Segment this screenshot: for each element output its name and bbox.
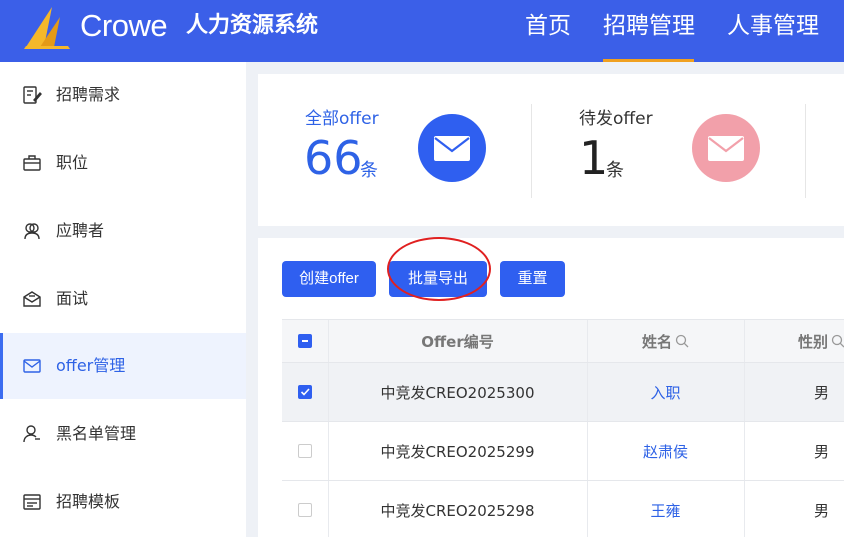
stat-all-offer-unit: 条 xyxy=(360,160,378,181)
mail-icon xyxy=(708,136,744,161)
stat-all-offer-label: 全部offer xyxy=(305,109,379,129)
mail-icon xyxy=(23,359,41,373)
column-header-gender[interactable]: 性别 xyxy=(744,320,844,362)
cell-name-link[interactable]: 王雍 xyxy=(587,481,744,537)
column-header-label: 姓名 xyxy=(641,332,672,351)
sidebar-item-label: 面试 xyxy=(56,289,89,308)
users-icon xyxy=(24,223,40,240)
sidebar-item-requirements[interactable]: 招聘需求 xyxy=(0,62,246,128)
table-header: Offer编号 姓名 性别 xyxy=(282,319,844,363)
user-block-icon xyxy=(23,425,40,443)
sidebar-item-label: 招聘模板 xyxy=(56,492,121,511)
briefcase-icon xyxy=(23,155,41,171)
nav-home[interactable]: 首页 xyxy=(525,8,571,44)
cell-offer-id: 中竞发CREO2025299 xyxy=(380,442,535,461)
row-select-cell xyxy=(282,422,328,480)
stat-all-offer-value: 66 xyxy=(304,131,363,185)
sidebar-item-applicants[interactable]: 应聘者 xyxy=(0,198,246,264)
sidebar-item-label: 职位 xyxy=(56,153,89,172)
stat-divider xyxy=(805,104,806,198)
stat-pending-offer-unit: 条 xyxy=(606,160,624,181)
cell-offer-id: 中竞发CREO2025298 xyxy=(380,501,535,520)
table-row[interactable]: 中竞发CREO2025300 入职 男 xyxy=(282,363,844,422)
sidebar-item-label: 黑名单管理 xyxy=(56,424,137,443)
sidebar-item-label: 招聘需求 xyxy=(56,85,121,104)
row-select-cell xyxy=(282,481,328,537)
search-icon[interactable] xyxy=(831,334,844,348)
stat-pending-offer-badge xyxy=(692,114,760,182)
row-checkbox[interactable] xyxy=(298,444,312,458)
cell-gender: 男 xyxy=(814,383,830,402)
sidebar-item-positions[interactable]: 职位 xyxy=(0,130,246,196)
create-offer-button[interactable]: 创建offer xyxy=(282,261,376,297)
cell-name-link[interactable]: 入职 xyxy=(587,363,744,421)
row-checkbox[interactable] xyxy=(298,385,312,399)
table-row[interactable]: 中竞发CREO2025298 王雍 男 xyxy=(282,481,844,537)
sidebar: 招聘需求 职位 应聘者 面试 offer管理 黑名单管理 招聘模板 xyxy=(0,62,246,537)
stat-divider xyxy=(531,104,532,198)
edit-document-icon xyxy=(23,86,42,104)
row-checkbox[interactable] xyxy=(298,503,312,517)
reset-button[interactable]: 重置 xyxy=(500,261,565,297)
top-header: Crowe 人力资源系统 首页 招聘管理 人事管理 xyxy=(0,0,844,62)
offer-table: Offer编号 姓名 性别 中竞发CREO2025300 入职 男 中竞发CRE… xyxy=(282,319,844,537)
check-icon xyxy=(300,388,310,396)
nav-recruitment[interactable]: 招聘管理 xyxy=(603,8,695,44)
nav-hr[interactable]: 人事管理 xyxy=(727,8,819,44)
cell-gender: 男 xyxy=(814,442,830,461)
offer-stats-card: 全部offer 66 条 待发offer 1 条 xyxy=(258,74,844,226)
select-all-checkbox[interactable] xyxy=(298,334,312,348)
sidebar-item-interviews[interactable]: 面试 xyxy=(0,266,246,332)
sidebar-item-label: 应聘者 xyxy=(56,221,105,240)
template-icon xyxy=(23,494,41,510)
column-header-offer-id: Offer编号 xyxy=(421,332,494,351)
stat-all-offer-badge xyxy=(418,114,486,182)
sidebar-item-label: offer管理 xyxy=(56,356,126,375)
mail-open-icon xyxy=(23,291,41,307)
row-select-cell xyxy=(282,363,328,421)
highlight-circle xyxy=(387,237,491,301)
search-icon[interactable] xyxy=(675,334,689,348)
brand-name: Crowe xyxy=(80,8,168,43)
table-row[interactable]: 中竞发CREO2025299 赵肃侯 男 xyxy=(282,422,844,481)
cell-offer-id: 中竞发CREO2025300 xyxy=(380,383,535,402)
column-header-label: 性别 xyxy=(798,332,829,351)
system-title: 人力资源系统 xyxy=(186,13,319,38)
sidebar-item-templates[interactable]: 招聘模板 xyxy=(0,469,246,535)
crowe-logo-icon xyxy=(24,7,70,49)
cell-gender: 男 xyxy=(814,501,830,520)
column-header-name[interactable]: 姓名 xyxy=(587,320,744,362)
stat-pending-offer-label: 待发offer xyxy=(579,109,653,129)
sidebar-item-offer-management[interactable]: offer管理 xyxy=(0,333,246,399)
sidebar-item-blacklist[interactable]: 黑名单管理 xyxy=(0,401,246,467)
stat-pending-offer-value: 1 xyxy=(579,131,609,185)
mail-icon xyxy=(434,136,470,161)
cell-name-link[interactable]: 赵肃侯 xyxy=(587,422,744,480)
nav-active-indicator xyxy=(603,59,694,62)
select-all-cell xyxy=(282,320,328,362)
